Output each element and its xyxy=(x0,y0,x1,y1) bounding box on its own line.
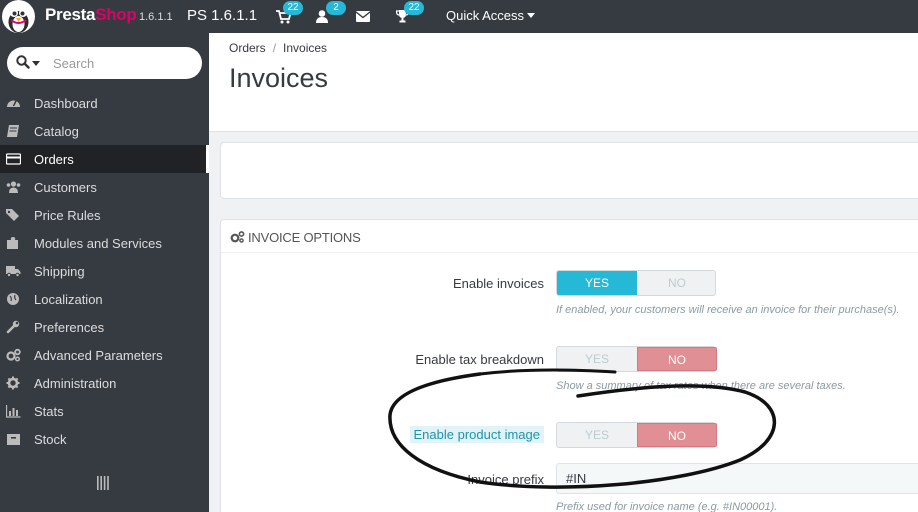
sidebar-item-stats[interactable]: Stats xyxy=(0,397,209,425)
sidebar-item-price-rules[interactable]: Price Rules xyxy=(0,201,209,229)
search-input[interactable] xyxy=(53,53,193,73)
invoice-prefix-input[interactable] xyxy=(556,463,918,494)
sidebar-item-customers[interactable]: Customers xyxy=(0,173,209,201)
invoice-prefix-label: Invoice prefix xyxy=(467,472,544,487)
sidebar-item-stock[interactable]: Stock xyxy=(0,425,209,453)
enable-product-image-switch[interactable]: YES NO xyxy=(556,422,717,448)
enable-invoices-no[interactable]: NO xyxy=(637,271,717,295)
invoice-prefix-help: Prefix used for invoice name (e.g. #IN00… xyxy=(556,501,778,512)
sidebar-item-administration[interactable]: Administration xyxy=(0,369,209,397)
bar-chart-icon xyxy=(6,405,21,418)
sidebar-item-label: Catalog xyxy=(34,124,79,139)
book-icon xyxy=(7,125,19,137)
prestashop-logo[interactable] xyxy=(2,0,35,33)
cogs-icon xyxy=(6,348,21,362)
customer-notifications-button[interactable]: 2 xyxy=(316,1,346,26)
breadcrumb: Orders / Invoices xyxy=(229,41,327,55)
sidebar-item-localization[interactable]: Localization xyxy=(0,285,209,313)
puzzle-icon xyxy=(7,237,18,249)
sidebar-item-label: Modules and Services xyxy=(34,236,162,251)
wrench-icon xyxy=(6,320,20,334)
sidebar-item-label: Stats xyxy=(34,404,64,419)
enable-tax-breakdown-label: Enable tax breakdown xyxy=(415,352,544,367)
top-bar: PrestaShop 1.6.1.1 PS 1.6.1.1 22 2 22 Qu… xyxy=(0,0,918,33)
brand-name[interactable]: PrestaShop xyxy=(45,5,137,25)
brand-presta: Presta xyxy=(45,5,96,24)
breadcrumb-invoices: Invoices xyxy=(283,41,328,55)
page-header: Orders / Invoices Invoices xyxy=(209,33,918,132)
user-icon xyxy=(316,10,328,23)
sidebar-item-shipping[interactable]: Shipping xyxy=(0,257,209,285)
messages-button[interactable] xyxy=(356,6,376,26)
enable-invoices-yes[interactable]: YES xyxy=(557,271,637,295)
sidebar-menu: Dashboard Catalog Orders Customers Price… xyxy=(0,89,209,453)
breadcrumb-orders[interactable]: Orders xyxy=(229,41,266,55)
sidebar-item-label: Price Rules xyxy=(34,208,101,223)
tags-icon xyxy=(6,209,19,221)
sidebar-item-catalog[interactable]: Catalog xyxy=(0,117,209,145)
panel-title: INVOICE OPTIONS xyxy=(248,230,361,245)
sidebar-item-advanced-parameters[interactable]: Advanced Parameters xyxy=(0,341,209,369)
page-title: Invoices xyxy=(229,63,329,93)
collapse-sidebar-icon[interactable] xyxy=(97,476,109,490)
users-icon xyxy=(6,181,21,193)
sidebar-item-orders[interactable]: Orders xyxy=(0,145,209,173)
cart-notifications-button[interactable]: 22 xyxy=(276,1,303,26)
sidebar-item-label: Orders xyxy=(34,152,74,167)
version-label-small: 1.6.1.1 xyxy=(139,11,173,23)
sidebar-item-dashboard[interactable]: Dashboard xyxy=(0,89,209,117)
caret-down-icon xyxy=(527,13,536,18)
sidebar-item-label: Stock xyxy=(34,432,67,447)
cogs-icon xyxy=(230,231,245,243)
invoices-by-date-panel xyxy=(220,142,918,199)
archive-icon xyxy=(7,434,20,445)
cart-count-badge: 22 xyxy=(283,1,303,15)
enable-product-image-no[interactable]: NO xyxy=(637,423,717,447)
sidebar-search xyxy=(7,47,202,79)
sidebar-item-label: Localization xyxy=(34,292,103,307)
enable-product-image-label: Enable product image xyxy=(409,426,544,443)
globe-icon xyxy=(7,293,19,305)
enable-invoices-help: If enabled, your customers will receive … xyxy=(556,304,900,316)
version-label: PS 1.6.1.1 xyxy=(187,7,258,24)
enable-product-image-yes[interactable]: YES xyxy=(557,423,637,447)
customers-count-badge: 2 xyxy=(326,1,346,15)
sidebar-item-preferences[interactable]: Preferences xyxy=(0,313,209,341)
trophy-count-badge: 22 xyxy=(404,1,424,15)
sidebar-item-label: Customers xyxy=(34,180,97,195)
enable-tax-breakdown-yes[interactable]: YES xyxy=(557,347,637,371)
sidebar-item-modules-and-services[interactable]: Modules and Services xyxy=(0,229,209,257)
quick-access-label: Quick Access xyxy=(446,8,525,23)
invoice-options-panel: INVOICE OPTIONS Enable invoices YES NO I… xyxy=(220,219,918,512)
gear-icon xyxy=(6,376,20,390)
sidebar-item-label: Dashboard xyxy=(34,96,98,111)
sidebar-item-label: Shipping xyxy=(34,264,85,279)
search-icon[interactable] xyxy=(16,55,30,69)
brand-shop: Shop xyxy=(95,5,137,24)
enable-tax-breakdown-no[interactable]: NO xyxy=(637,347,717,371)
enable-tax-breakdown-switch[interactable]: YES NO xyxy=(556,346,717,372)
credit-card-icon xyxy=(6,153,21,165)
enable-product-image-label-text: Enable product image xyxy=(409,426,544,443)
sidebar-item-label: Preferences xyxy=(34,320,105,335)
breadcrumb-separator: / xyxy=(272,41,277,55)
search-type-caret-icon[interactable] xyxy=(32,61,40,66)
enable-tax-breakdown-help: Show a summary of tax rates when there a… xyxy=(556,380,846,392)
dashboard-icon xyxy=(7,100,20,107)
achievements-button[interactable]: 22 xyxy=(396,1,424,26)
enable-invoices-label: Enable invoices xyxy=(452,276,544,291)
sidebar: Dashboard Catalog Orders Customers Price… xyxy=(0,33,209,512)
envelope-icon xyxy=(356,11,370,22)
quick-access-menu[interactable]: Quick Access xyxy=(446,8,536,23)
sidebar-item-label: Administration xyxy=(34,376,117,391)
truck-icon xyxy=(6,266,21,278)
enable-invoices-switch[interactable]: YES NO xyxy=(556,270,716,296)
panel-heading: INVOICE OPTIONS xyxy=(221,220,918,253)
sidebar-item-label: Advanced Parameters xyxy=(34,348,163,363)
admin-page: PrestaShop 1.6.1.1 PS 1.6.1.1 22 2 22 Qu… xyxy=(0,0,918,512)
